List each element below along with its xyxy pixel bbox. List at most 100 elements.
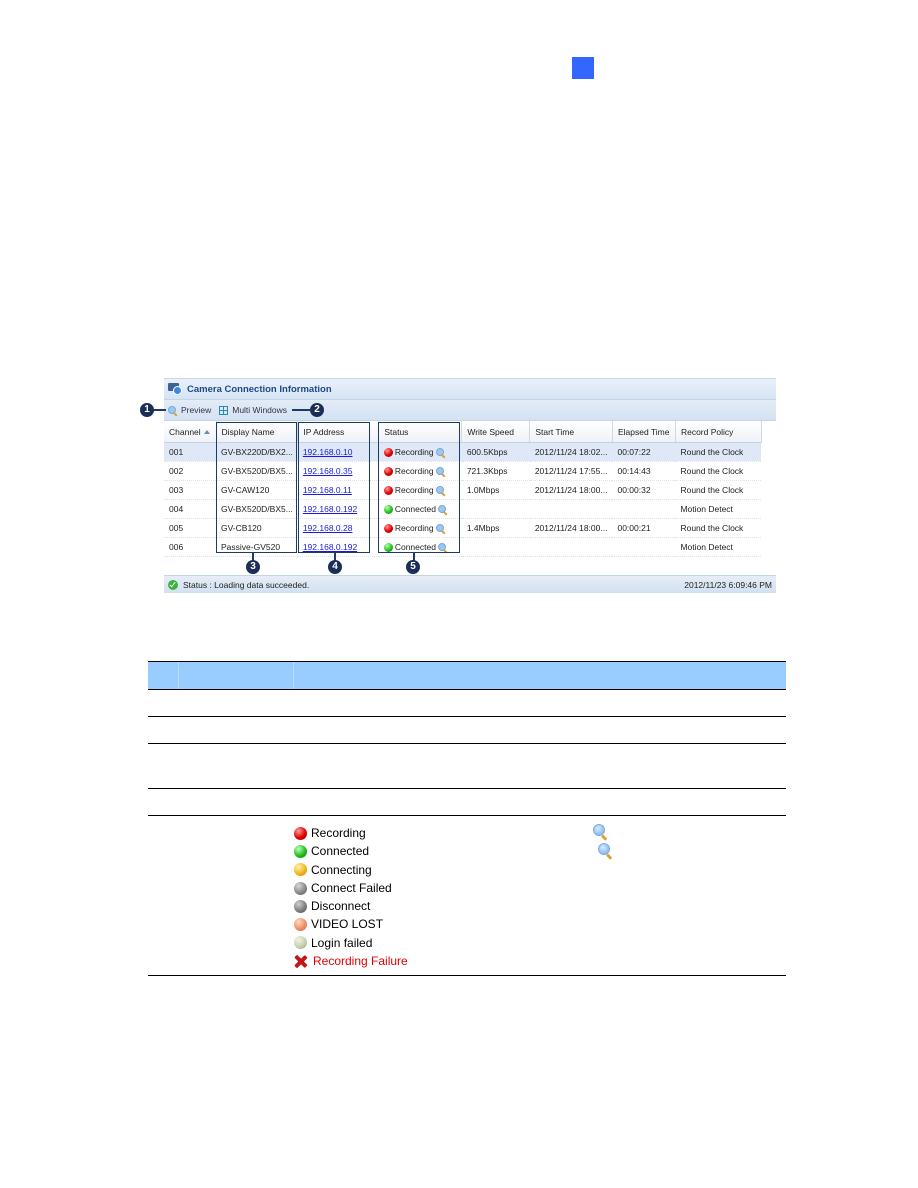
description-row-status: Recording Connected Connecting Connect Fail… xyxy=(148,816,786,976)
table-row[interactable]: 003 GV-CAW120 192.168.0.11 Recording 1.0Mbps… xyxy=(164,480,762,500)
callout-5: 5 xyxy=(406,560,420,574)
column-header-ip-address[interactable]: IP Address xyxy=(297,421,380,443)
red-ball-icon xyxy=(294,826,307,840)
cell-display-name: GV-CB120 xyxy=(216,518,298,538)
table-row[interactable]: 001 GV-BX220D/BX2... 192.168.0.10 Recording… xyxy=(164,442,762,462)
cell-write-speed: 600.5Kbps xyxy=(461,442,530,462)
cell-write-speed: 1.4Mbps xyxy=(461,518,530,538)
cell-status: Connected xyxy=(378,537,462,557)
window-titlebar: Camera Connection Information xyxy=(164,379,776,400)
red-x-icon xyxy=(294,955,307,968)
header-cell-number xyxy=(148,662,179,689)
cell-ip-address: 192.168.0.10 xyxy=(297,442,379,462)
cell-write-speed: 721.3Kbps xyxy=(461,461,530,481)
callout-line-1 xyxy=(152,409,166,411)
column-header-elapsed-time[interactable]: Elapsed Time xyxy=(612,421,676,443)
cell-write-speed xyxy=(461,499,530,519)
cell-start-time: 2012/11/24 18:00... xyxy=(529,518,613,538)
legend-label: Connect Failed xyxy=(311,880,392,895)
green-status-dot-icon xyxy=(383,505,393,515)
multi-windows-button[interactable]: Multi Windows xyxy=(219,405,287,415)
cell-write-speed: 1.0Mbps xyxy=(461,480,530,500)
magnifier-icon[interactable] xyxy=(435,524,446,535)
legend-item: Disconnect xyxy=(294,897,408,915)
description-table: Recording Connected Connecting Connect Fail… xyxy=(148,661,786,976)
preview-button[interactable]: Preview xyxy=(168,405,212,417)
cell-status: Recording xyxy=(378,442,462,462)
callout-2: 2 xyxy=(310,403,324,417)
table-row[interactable]: 006 Passive-GV520 192.168.0.192 Connected Mo… xyxy=(164,537,762,557)
column-header-channel[interactable]: Channel xyxy=(164,421,217,443)
description-row xyxy=(148,789,786,816)
table-row[interactable]: 004 GV-BX520D/BX5... 192.168.0.192 Connecte… xyxy=(164,499,762,519)
camera-table: Channel Display Name IP Address Status W… xyxy=(164,421,762,557)
cell-channel: 002 xyxy=(164,461,216,481)
ip-address-link[interactable]: 192.168.0.11 xyxy=(303,485,352,495)
cell-start-time: 2012/11/24 18:00... xyxy=(529,480,613,500)
cell-channel: 006 xyxy=(164,537,216,557)
cell-elapsed-time: 00:07:22 xyxy=(612,442,676,462)
column-header-display-name[interactable]: Display Name xyxy=(216,421,299,443)
ip-address-link[interactable]: 192.168.0.192 xyxy=(303,504,357,514)
table-row[interactable]: 002 GV-BX520D/BX5... 192.168.0.35 Recording… xyxy=(164,461,762,481)
ip-address-link[interactable]: 192.168.0.10 xyxy=(303,447,353,457)
status-bar: Status : Loading data succeeded. 2012/11… xyxy=(164,575,776,593)
ip-address-link[interactable]: 192.168.0.28 xyxy=(303,523,353,533)
cell-record-policy: Motion Detect xyxy=(675,499,762,519)
cell-ip-address: 192.168.0.35 xyxy=(297,461,379,481)
legend-item: Connected xyxy=(294,842,408,860)
magnifier-icon[interactable] xyxy=(437,543,448,554)
table-row[interactable]: 005 GV-CB120 192.168.0.28 Recording 1.4Mbps 2… xyxy=(164,518,762,538)
description-table-header xyxy=(148,661,786,690)
status-text: Recording xyxy=(394,522,434,533)
red-status-dot-icon xyxy=(383,448,393,458)
window-title: Camera Connection Information xyxy=(187,383,332,395)
cell-record-policy: Round the Clock xyxy=(675,518,762,538)
status-legend: Recording Connected Connecting Connect Fail… xyxy=(294,824,408,970)
cell-status: Recording xyxy=(378,518,462,538)
legend-item: Connect Failed xyxy=(294,879,408,897)
cell-record-policy: Round the Clock xyxy=(675,442,762,462)
magnifier-icon[interactable] xyxy=(435,448,446,459)
column-header-write-speed[interactable]: Write Speed xyxy=(461,421,531,443)
header-cell-name xyxy=(179,662,294,689)
multi-windows-label: Multi Windows xyxy=(232,405,288,415)
cell-channel: 003 xyxy=(164,480,216,500)
chapter-marker xyxy=(572,57,594,79)
status-text: Recording xyxy=(394,446,434,457)
magnifier-icon[interactable] xyxy=(435,467,446,478)
status-text: Recording xyxy=(394,465,434,476)
sort-ascending-icon xyxy=(203,430,210,435)
cell-start-time: 2012/11/24 17:55... xyxy=(529,461,613,481)
green-status-dot-icon xyxy=(383,543,393,553)
table-header-row: Channel Display Name IP Address Status W… xyxy=(164,421,762,443)
description-row xyxy=(148,744,786,789)
cell-display-name: GV-BX520D/BX5... xyxy=(216,499,298,519)
cell-record-policy: Motion Detect xyxy=(675,537,762,557)
cell-elapsed-time xyxy=(612,537,676,557)
legend-label: Recording xyxy=(311,826,366,840)
magnifier-icon[interactable] xyxy=(437,505,448,516)
red-status-dot-icon xyxy=(383,486,393,496)
cell-channel: 004 xyxy=(164,499,216,519)
magnifier-icon xyxy=(593,824,609,841)
orange-ball-icon xyxy=(294,918,307,932)
ip-address-link[interactable]: 192.168.0.192 xyxy=(303,542,357,552)
legend-label: Login failed xyxy=(311,935,373,950)
preview-label: Preview xyxy=(181,405,212,415)
cell-write-speed xyxy=(461,537,530,557)
cell-elapsed-time: 00:14:43 xyxy=(612,461,676,481)
column-header-status[interactable]: Status xyxy=(378,421,463,443)
ip-address-link[interactable]: 192.168.0.35 xyxy=(303,466,353,476)
column-header-start-time[interactable]: Start Time xyxy=(529,421,613,443)
magnifier-icon[interactable] xyxy=(435,486,446,497)
cell-display-name: GV-BX220D/BX2... xyxy=(216,442,298,462)
callout-3: 3 xyxy=(246,560,260,574)
status-message: Status : Loading data succeeded. xyxy=(183,579,310,590)
legend-label: Connecting xyxy=(311,862,372,877)
legend-label: Connected xyxy=(311,844,370,859)
callout-1: 1 xyxy=(140,403,154,417)
pale-ball-icon xyxy=(294,936,307,950)
column-header-record-policy[interactable]: Record Policy xyxy=(675,421,762,443)
description-row xyxy=(148,717,786,744)
